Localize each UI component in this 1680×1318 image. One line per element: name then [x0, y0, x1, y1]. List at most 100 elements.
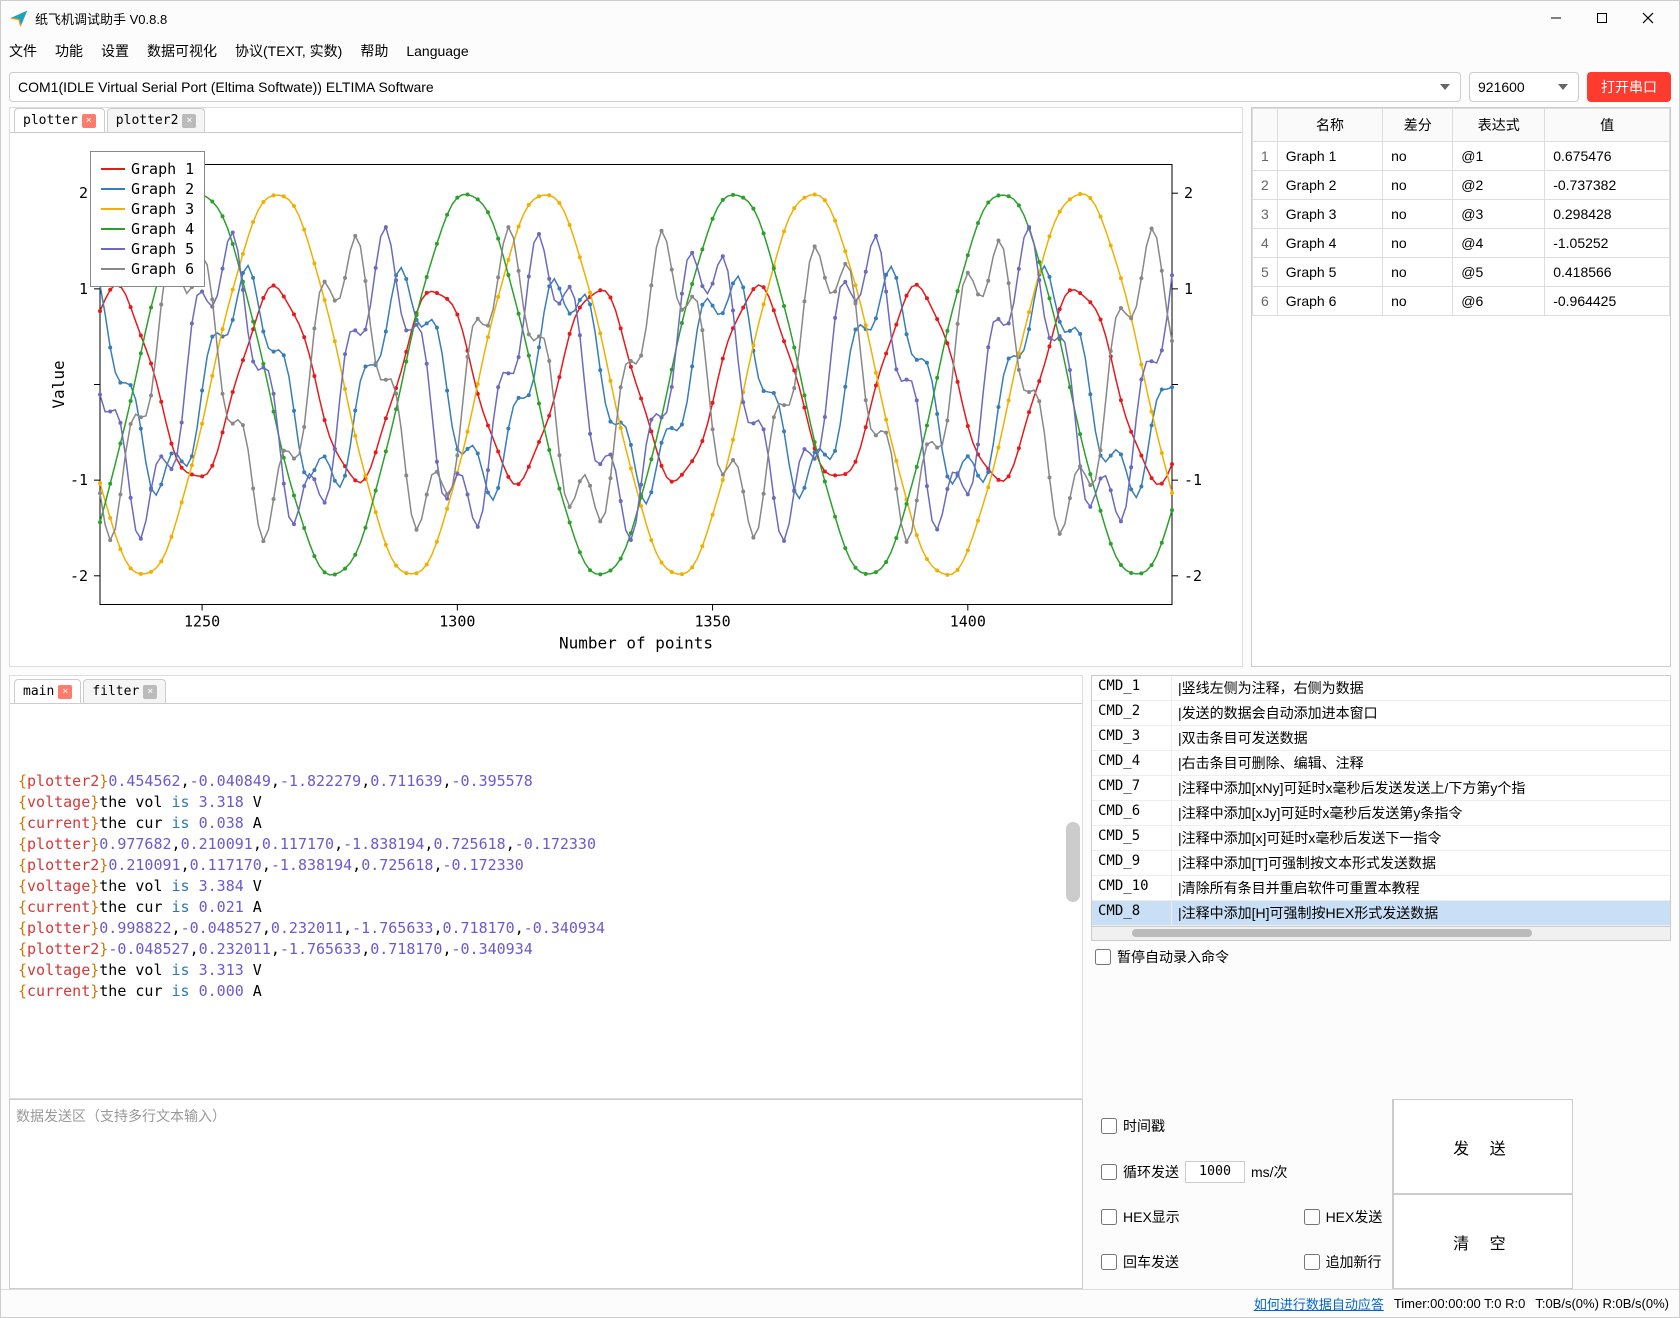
legend-item[interactable]: Graph 1: [101, 160, 194, 178]
loop-interval-input[interactable]: [1185, 1161, 1245, 1183]
svg-text:1400: 1400: [950, 613, 986, 631]
pause-row: 暂停自动录入命令: [1091, 941, 1671, 973]
legend-label: Graph 2: [131, 180, 194, 198]
hex-send-label: HEX发送: [1326, 1207, 1383, 1227]
menu-协议(TEXT, 实数)[interactable]: 协议(TEXT, 实数): [235, 41, 342, 61]
legend-label: Graph 3: [131, 200, 194, 218]
tab-plotter2[interactable]: plotter2×: [107, 108, 206, 132]
timestamp-checkbox[interactable]: [1101, 1118, 1117, 1134]
legend-label: Graph 1: [131, 160, 194, 178]
command-row[interactable]: CMD_10|清除所有条目并重启软件可重置本教程: [1092, 876, 1670, 901]
table-header: 值: [1545, 109, 1670, 142]
tab-label: plotter2: [116, 113, 179, 128]
legend-swatch-icon: [101, 268, 125, 270]
tab-main[interactable]: main×: [14, 679, 81, 703]
svg-text:-2: -2: [1184, 567, 1202, 585]
legend-item[interactable]: Graph 6: [101, 260, 194, 278]
legend-item[interactable]: Graph 3: [101, 200, 194, 218]
loop-label: 循环发送: [1123, 1162, 1179, 1182]
tab-close-icon[interactable]: ×: [182, 114, 196, 128]
loop-checkbox[interactable]: [1101, 1164, 1117, 1180]
table-row[interactable]: 5Graph 5no@50.418566: [1253, 258, 1670, 287]
plot-tabbar: plotter×plotter2×: [10, 108, 1242, 133]
command-row[interactable]: CMD_6|注释中添加[xJy]可延时x毫秒后发送第y条指令: [1092, 801, 1670, 826]
command-row[interactable]: CMD_5|注释中添加[x]可延时x毫秒后发送下一指令: [1092, 826, 1670, 851]
timestamp-label: 时间戳: [1123, 1116, 1165, 1136]
loop-unit: ms/次: [1251, 1162, 1288, 1182]
cr-send-label: 回车发送: [1123, 1252, 1179, 1272]
svg-text:-2: -2: [70, 567, 88, 585]
app-window: 纸飞机调试助手 V0.8.8 文件功能设置数据可视化协议(TEXT, 实数)帮助…: [0, 0, 1680, 1318]
tab-label: plotter: [23, 113, 78, 128]
legend-item[interactable]: Graph 5: [101, 240, 194, 258]
tab-close-icon[interactable]: ×: [58, 685, 72, 699]
menu-帮助[interactable]: 帮助: [360, 41, 388, 61]
menu-Language[interactable]: Language: [406, 43, 468, 59]
cr-send-checkbox[interactable]: [1101, 1254, 1117, 1270]
status-rate: T:0B/s(0%) R:0B/s(0%): [1535, 1296, 1669, 1311]
table-row[interactable]: 2Graph 2no@2-0.737382: [1253, 171, 1670, 200]
statusbar: 如何进行数据自动应答 Timer:00:00:00 T:0 R:0 T:0B/s…: [1, 1289, 1679, 1317]
tab-plotter[interactable]: plotter ×: [14, 108, 105, 132]
tab-close-icon[interactable]: ×: [82, 114, 96, 128]
table-row[interactable]: 4Graph 4no@4-1.05252: [1253, 229, 1670, 258]
legend-item[interactable]: Graph 2: [101, 180, 194, 198]
close-button[interactable]: [1625, 3, 1671, 33]
port-value: COM1(IDLE Virtual Serial Port (Eltima So…: [18, 79, 434, 95]
menu-设置[interactable]: 设置: [101, 41, 129, 61]
baud-select[interactable]: 921600: [1469, 72, 1579, 102]
terminal-panel: main× filter × {plotter2}0.454562,-0.04084…: [9, 675, 1083, 1099]
send-button[interactable]: 发 送: [1393, 1099, 1573, 1194]
hex-show-checkbox[interactable]: [1101, 1209, 1117, 1225]
bottom-area: main× filter × {plotter2}0.454562,-0.04084…: [9, 675, 1671, 1099]
maximize-button[interactable]: [1579, 3, 1625, 33]
legend-item[interactable]: Graph 4: [101, 220, 194, 238]
hex-send-checkbox[interactable]: [1304, 1209, 1320, 1225]
svg-text:1300: 1300: [439, 613, 475, 631]
open-port-button[interactable]: 打开串口: [1587, 72, 1671, 102]
table-header: 差分: [1383, 109, 1453, 142]
append-checkbox[interactable]: [1304, 1254, 1320, 1270]
app-logo-icon: [9, 8, 29, 28]
tab-filter[interactable]: filter ×: [83, 679, 166, 703]
plot-panel: plotter×plotter2× 1250130013501400-2-2-1…: [9, 107, 1243, 667]
command-hscroll[interactable]: [1091, 927, 1671, 941]
baud-value: 921600: [1478, 79, 1525, 95]
send-buttons: 发 送 清 空: [1392, 1099, 1573, 1289]
menu-文件[interactable]: 文件: [9, 41, 37, 61]
command-row[interactable]: CMD_9|注释中添加[T]可强制按文本形式发送数据: [1092, 851, 1670, 876]
table-row[interactable]: 6Graph 6no@6-0.964425: [1253, 287, 1670, 316]
append-label: 追加新行: [1326, 1252, 1382, 1272]
menu-数据可视化[interactable]: 数据可视化: [147, 41, 217, 61]
hex-show-label: HEX显示: [1123, 1207, 1180, 1227]
terminal-output[interactable]: {plotter2}0.454562,-0.040849,-1.822279,0…: [10, 704, 1082, 1098]
command-row[interactable]: CMD_3|双击条目可发送数据: [1092, 726, 1670, 751]
command-row[interactable]: CMD_4|右击条目可删除、编辑、注释: [1092, 751, 1670, 776]
svg-text:1350: 1350: [695, 613, 731, 631]
legend-swatch-icon: [101, 168, 125, 170]
terminal-scrollbar[interactable]: [1066, 822, 1080, 902]
clear-button[interactable]: 清 空: [1393, 1194, 1573, 1289]
port-select[interactable]: COM1(IDLE Virtual Serial Port (Eltima So…: [9, 72, 1461, 102]
command-row[interactable]: CMD_7|注释中添加[xNy]可延时x毫秒后发送发送上/下方第y个指: [1092, 776, 1670, 801]
tab-label: filter: [92, 684, 139, 699]
minimize-button[interactable]: [1533, 3, 1579, 33]
tab-close-icon[interactable]: ×: [143, 685, 157, 699]
plot-area: plotter×plotter2× 1250130013501400-2-2-1…: [9, 107, 1671, 667]
menu-功能[interactable]: 功能: [55, 41, 83, 61]
status-timer: Timer:00:00:00 T:0 R:0: [1394, 1296, 1526, 1311]
command-row[interactable]: CMD_1|竖线左侧为注释，右侧为数据: [1092, 676, 1670, 701]
command-row[interactable]: CMD_2|发送的数据会自动添加进本窗口: [1092, 701, 1670, 726]
legend-label: Graph 6: [131, 260, 194, 278]
command-row[interactable]: CMD_8|注释中添加[H]可强制按HEX形式发送数据: [1092, 901, 1670, 926]
table-row[interactable]: 3Graph 3no@30.298428: [1253, 200, 1670, 229]
data-table: 名称差分表达式值1Graph 1no@10.6754762Graph 2no@2…: [1252, 108, 1670, 316]
help-link[interactable]: 如何进行数据自动应答: [1254, 1294, 1384, 1313]
pause-checkbox[interactable]: [1095, 949, 1111, 965]
svg-text:-1: -1: [1184, 471, 1202, 489]
chart-legend: Graph 1 Graph 2 Graph 3 Graph 4 Graph 5 Graph…: [90, 151, 205, 287]
send-input[interactable]: 数据发送区（支持多行文本输入）: [9, 1099, 1083, 1289]
svg-text:-1: -1: [70, 471, 88, 489]
table-row[interactable]: 1Graph 1no@10.675476: [1253, 142, 1670, 171]
chart-canvas[interactable]: 1250130013501400-2-2-1-11122Number of po…: [50, 143, 1222, 656]
